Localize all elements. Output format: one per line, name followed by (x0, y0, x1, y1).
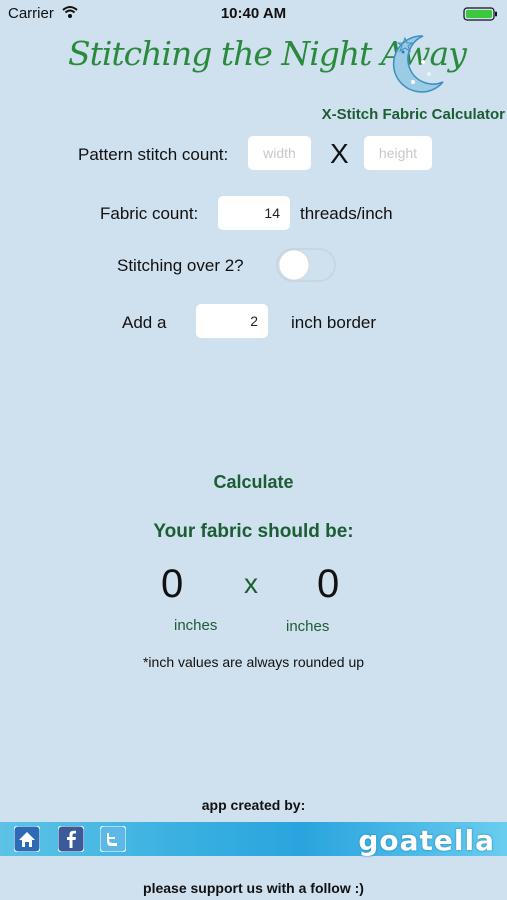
calculate-button[interactable]: Calculate (0, 472, 507, 493)
battery-icon (463, 7, 499, 21)
border-prefix-label: Add a (122, 313, 167, 332)
border-suffix-label: inch border (291, 313, 377, 332)
home-icon[interactable] (13, 825, 41, 853)
result-width-unit: inches (174, 617, 218, 634)
facebook-icon[interactable] (57, 825, 85, 853)
fabric-count-label: Fabric count: (100, 204, 199, 223)
brand-logo: goatella (358, 824, 495, 857)
page-subtitle: X-Stitch Fabric Calculator (321, 106, 505, 123)
moon-logo-icon (383, 32, 449, 96)
app-logo-text: Stitching the Night Away (68, 34, 467, 73)
dimension-separator: X (330, 138, 349, 169)
width-input[interactable]: width (248, 136, 311, 170)
created-by-label: app created by: (201, 797, 306, 813)
fabric-unit-label: threads/inch (300, 204, 393, 223)
support-label: please support us with a follow :) (143, 880, 364, 896)
height-input[interactable]: height (364, 136, 432, 170)
rounding-note: *inch values are always rounded up (142, 654, 365, 670)
result-width-value: 0 (161, 562, 184, 606)
over2-toggle[interactable] (276, 246, 336, 284)
pattern-stitch-label: Pattern stitch count: (78, 145, 229, 164)
twitter-icon[interactable] (99, 825, 127, 853)
border-input[interactable]: 2 (196, 304, 268, 338)
over2-label: Stitching over 2? (117, 256, 244, 275)
result-height-value: 0 (317, 562, 340, 606)
result-title: Your fabric should be: (153, 521, 354, 542)
result-separator: x (244, 568, 258, 599)
status-bar: Carrier 10:40 AM (0, 0, 507, 28)
result-height-unit: inches (286, 618, 330, 635)
fabric-count-input[interactable]: 14 (218, 196, 290, 230)
status-time: 10:40 AM (220, 5, 287, 22)
